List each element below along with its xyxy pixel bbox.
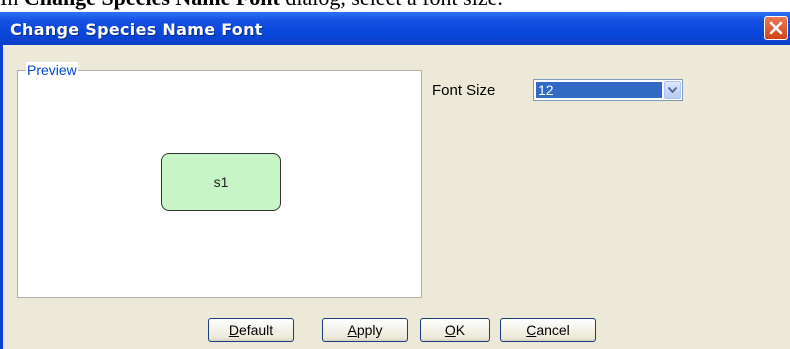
- apply-label-rest: pply: [356, 322, 383, 338]
- default-button[interactable]: Default: [208, 318, 294, 342]
- caption-prefix: In: [0, 0, 24, 10]
- apply-button[interactable]: Apply: [322, 318, 408, 342]
- cancel-mnemonic: C: [526, 322, 537, 338]
- font-size-label: Font Size: [432, 82, 496, 99]
- caption-dialog-name: Change Species Name Font: [24, 0, 280, 10]
- species-node-preview: s1: [161, 153, 281, 211]
- ok-label-rest: K: [455, 322, 466, 338]
- ok-button[interactable]: OK: [420, 318, 490, 342]
- default-label-rest: efault: [238, 322, 274, 338]
- change-species-name-font-dialog: Change Species Name Font Preview s1 Font…: [0, 12, 790, 349]
- chevron-down-icon: [668, 87, 677, 93]
- document-caption: In Change Species Name Font dialog, sele…: [0, 0, 790, 10]
- cancel-button[interactable]: Cancel: [500, 318, 596, 342]
- font-size-select[interactable]: 12: [533, 79, 683, 101]
- close-icon: [769, 21, 783, 35]
- ok-mnemonic: O: [444, 322, 456, 338]
- species-label: s1: [213, 174, 229, 190]
- preview-group: Preview s1: [17, 62, 422, 298]
- caption-suffix: dialog, select a font size.: [280, 0, 502, 10]
- dropdown-button[interactable]: [664, 81, 681, 99]
- apply-mnemonic: A: [347, 322, 357, 338]
- default-mnemonic: D: [228, 322, 239, 338]
- dialog-title: Change Species Name Font: [10, 20, 263, 39]
- font-size-value: 12: [536, 82, 662, 98]
- title-bar[interactable]: Change Species Name Font: [0, 12, 790, 45]
- preview-legend: Preview: [26, 62, 78, 78]
- close-button[interactable]: [764, 16, 788, 40]
- cancel-label-rest: ancel: [536, 322, 570, 338]
- dialog-body: Preview s1 Font Size 12 Default Apply OK…: [3, 45, 790, 349]
